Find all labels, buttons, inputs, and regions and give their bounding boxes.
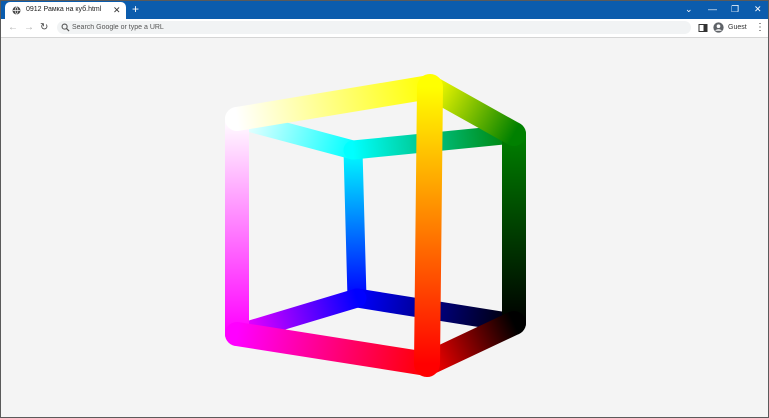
profile-label[interactable]: Guest (728, 23, 747, 33)
title-bar: 0912 Рамка на куб.html ✕ + ⌄ — ❐ ✕ (1, 1, 768, 19)
restore-button[interactable]: ❐ (731, 4, 739, 14)
minimize-button[interactable]: — (708, 4, 717, 14)
cube-scene (225, 74, 526, 377)
avatar-icon[interactable] (713, 22, 724, 33)
new-tab-button[interactable]: + (132, 3, 139, 16)
reload-button[interactable]: ↻ (40, 22, 48, 33)
globe-icon (12, 6, 21, 15)
back-button[interactable]: ← (8, 22, 18, 33)
tab-close-icon[interactable]: ✕ (113, 5, 121, 15)
cube-edge-cyan-blue (343, 140, 367, 308)
cube-edge-yellow-red (414, 74, 443, 377)
tab-title: 0912 Рамка на куб.html (26, 6, 102, 13)
cube-edge-white-yellow (225, 75, 442, 131)
kebab-menu-icon[interactable]: ⋮ (755, 22, 765, 33)
forward-button[interactable]: → (24, 22, 34, 33)
side-panel-icon[interactable] (698, 23, 708, 33)
cube-edge-magenta-red (225, 322, 439, 376)
search-icon (61, 23, 70, 32)
page-content (1, 38, 768, 417)
window-close-button[interactable]: ✕ (754, 4, 762, 14)
tab-active[interactable]: 0912 Рамка на куб.html ✕ (5, 2, 126, 19)
address-bar[interactable] (57, 21, 691, 34)
toolbar: ← → ↻ Guest ⋮ (1, 19, 768, 38)
browser-window: 0912 Рамка на куб.html ✕ + ⌄ — ❐ ✕ ← → ↻… (0, 0, 769, 418)
address-input[interactable] (72, 22, 672, 33)
tab-search-chevron-down-icon[interactable]: ⌄ (685, 4, 693, 14)
